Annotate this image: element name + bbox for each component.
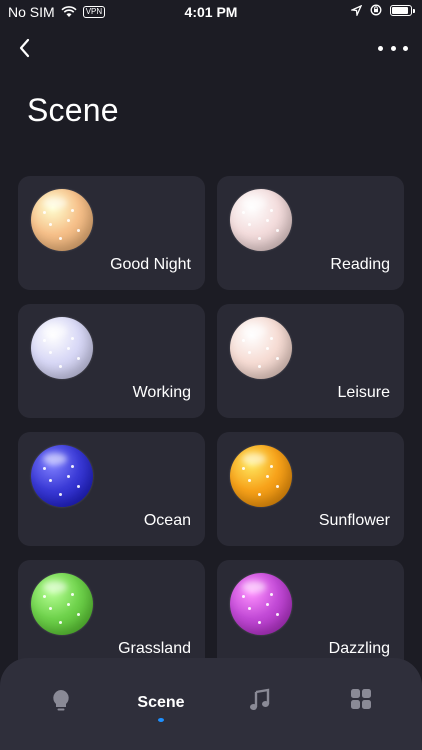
sparkle: [71, 209, 74, 212]
sparkle: [242, 595, 245, 598]
orientation-lock-icon: [370, 4, 382, 16]
sparkle: [276, 485, 279, 488]
scene-card-good-night[interactable]: Good Night: [18, 176, 205, 290]
sparkle: [43, 467, 46, 470]
sparkle: [248, 479, 251, 482]
ellipsis-icon: [403, 45, 408, 51]
sparkle: [258, 493, 261, 496]
nav-bar: [0, 30, 422, 66]
scene-label: Good Night: [110, 256, 191, 273]
scene-card-leisure[interactable]: Leisure: [217, 304, 404, 418]
sparkle: [77, 357, 80, 360]
scene-card-dazzling[interactable]: Dazzling: [217, 560, 404, 674]
sparkle: [266, 603, 269, 606]
sparkle: [71, 593, 74, 596]
sparkle: [43, 339, 46, 342]
scene-card-grassland[interactable]: Grassland: [18, 560, 205, 674]
sparkle: [77, 613, 80, 616]
sparkle: [270, 465, 273, 468]
scene-card-reading[interactable]: Reading: [217, 176, 404, 290]
sparkle: [270, 593, 273, 596]
scene-orb-icon: [230, 573, 292, 635]
scene-label: Leisure: [337, 384, 390, 401]
sparkle: [67, 219, 70, 222]
sparkle: [242, 467, 245, 470]
tab-scene[interactable]: Scene: [124, 688, 198, 722]
sparkle: [248, 607, 251, 610]
sparkle: [242, 211, 245, 214]
sparkle: [49, 351, 52, 354]
scene-grid: Good Night Reading Working Leisure Ocean…: [18, 176, 404, 674]
sparkle: [276, 229, 279, 232]
scene-orb-icon: [31, 445, 93, 507]
scene-label: Working: [132, 384, 191, 401]
sparkle: [248, 351, 251, 354]
tab-music[interactable]: [247, 688, 273, 722]
sparkle: [77, 229, 80, 232]
sparkle: [258, 237, 261, 240]
tab-grid[interactable]: [348, 688, 374, 722]
lightbulb-icon: [53, 690, 69, 711]
sparkle: [71, 337, 74, 340]
sparkle: [59, 621, 62, 624]
sparkle: [258, 365, 261, 368]
sparkle: [276, 357, 279, 360]
scene-orb-icon: [230, 317, 292, 379]
chevron-left-icon: [19, 38, 30, 58]
sparkle: [270, 209, 273, 212]
scene-label: Reading: [330, 256, 390, 273]
scene-label: Ocean: [143, 512, 191, 529]
grid-icon: [351, 689, 371, 709]
battery-icon: [390, 4, 415, 16]
tab-light[interactable]: [48, 688, 74, 722]
sparkle: [266, 475, 269, 478]
ellipsis-icon: [390, 45, 396, 51]
sparkle: [77, 485, 80, 488]
sparkle: [49, 479, 52, 482]
active-tab-indicator: [158, 718, 164, 722]
sparkle: [67, 475, 70, 478]
sparkle: [67, 603, 70, 606]
scene-card-ocean[interactable]: Ocean: [18, 432, 205, 546]
sparkle: [59, 493, 62, 496]
scene-card-sunflower[interactable]: Sunflower: [217, 432, 404, 546]
status-right: [351, 4, 415, 16]
sparkle: [67, 347, 70, 350]
battery-level: [392, 6, 408, 14]
ellipsis-icon: [378, 45, 383, 51]
music-note-icon: [250, 688, 270, 710]
scene-label: Dazzling: [328, 640, 390, 657]
sparkle: [49, 607, 52, 610]
scene-orb-icon: [31, 189, 93, 251]
scene-label: Sunflower: [318, 512, 390, 529]
sparkle: [59, 237, 62, 240]
sparkle: [43, 595, 46, 598]
tab-scene-label: Scene: [137, 694, 185, 711]
scene-label: Grassland: [118, 640, 191, 657]
scene-card-working[interactable]: Working: [18, 304, 205, 418]
sparkle: [49, 223, 52, 226]
sparkle: [266, 347, 269, 350]
scene-orb-icon: [31, 573, 93, 635]
tab-bar: Scene: [0, 658, 422, 750]
sparkle: [59, 365, 62, 368]
sparkle: [270, 337, 273, 340]
page-title: Scene: [27, 92, 119, 128]
status-bar: No SIM VPN 4:01 PM: [0, 0, 422, 24]
scene-orb-icon: [230, 445, 292, 507]
sparkle: [71, 465, 74, 468]
sparkle: [266, 219, 269, 222]
sparkle: [258, 621, 261, 624]
scene-orb-icon: [230, 189, 292, 251]
sparkle: [248, 223, 251, 226]
sparkle: [242, 339, 245, 342]
back-button[interactable]: [14, 36, 38, 60]
sparkle: [276, 613, 279, 616]
sparkle: [43, 211, 46, 214]
location-arrow-icon: [351, 4, 362, 16]
scene-orb-icon: [31, 317, 93, 379]
more-button[interactable]: [378, 36, 408, 60]
